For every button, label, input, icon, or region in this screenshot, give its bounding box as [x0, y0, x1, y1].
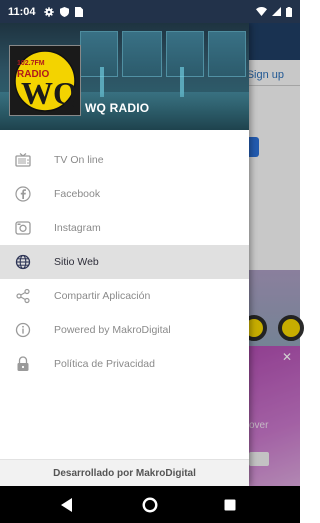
menu-item-label: Facebook [54, 188, 101, 200]
back-icon[interactable] [58, 496, 76, 514]
logo-letters: WQ [21, 75, 78, 111]
header-background-decor [166, 31, 204, 77]
home-icon[interactable] [141, 496, 159, 514]
signal-icon [272, 7, 281, 16]
menu-item-label: TV On line [54, 154, 104, 166]
drawer-header: 102.7FM RADIO WQ WQ RADIO [0, 23, 249, 130]
logo-frequency: 102.7FM [17, 60, 45, 67]
menu-item-label: Política de Privacidad [54, 358, 155, 370]
menu-item-politica-privacidad[interactable]: Política de Privacidad [0, 347, 249, 381]
menu-item-sitio-web[interactable]: Sitio Web [0, 245, 249, 279]
menu-item-label: Powered by MakroDigital [54, 324, 171, 336]
menu-item-label: Sitio Web [54, 256, 99, 268]
status-bar: 11:04 [0, 0, 300, 23]
menu-item-powered-by[interactable]: Powered by MakroDigital [0, 313, 249, 347]
facebook-icon [15, 186, 31, 202]
lock-icon [15, 356, 31, 372]
globe-icon [15, 254, 31, 270]
drawer-title: WQ RADIO [85, 101, 150, 115]
drawer-footer: Desarrollado por MakroDigital [0, 459, 249, 486]
battery-icon [286, 6, 292, 17]
settings-icon [43, 6, 54, 17]
tv-icon [15, 152, 31, 168]
shield-icon [59, 6, 69, 17]
menu-item-label: Compartir Aplicación [54, 290, 151, 302]
header-background-decor [208, 31, 246, 77]
menu-item-tv-online[interactable]: TV On line [0, 143, 249, 177]
instagram-icon [15, 220, 31, 236]
header-background-decor [122, 31, 162, 77]
recents-icon[interactable] [221, 496, 239, 514]
status-left-icons [43, 6, 83, 17]
share-icon [15, 288, 31, 304]
info-icon [15, 322, 31, 338]
navigation-drawer: 102.7FM RADIO WQ WQ RADIO TV On line Fac… [0, 23, 249, 486]
header-background-decor [80, 31, 118, 77]
station-logo: 102.7FM RADIO WQ [9, 45, 81, 116]
status-right-icons [256, 6, 292, 17]
wifi-icon [256, 7, 267, 16]
menu-item-label: Instagram [54, 222, 101, 234]
navigation-bar [0, 486, 300, 523]
menu-item-instagram[interactable]: Instagram [0, 211, 249, 245]
menu-item-facebook[interactable]: Facebook [0, 177, 249, 211]
status-time: 11:04 [8, 5, 36, 18]
sim-card-icon [74, 6, 83, 17]
drawer-scrim[interactable] [249, 23, 300, 486]
menu-item-compartir-aplicacion[interactable]: Compartir Aplicación [0, 279, 249, 313]
